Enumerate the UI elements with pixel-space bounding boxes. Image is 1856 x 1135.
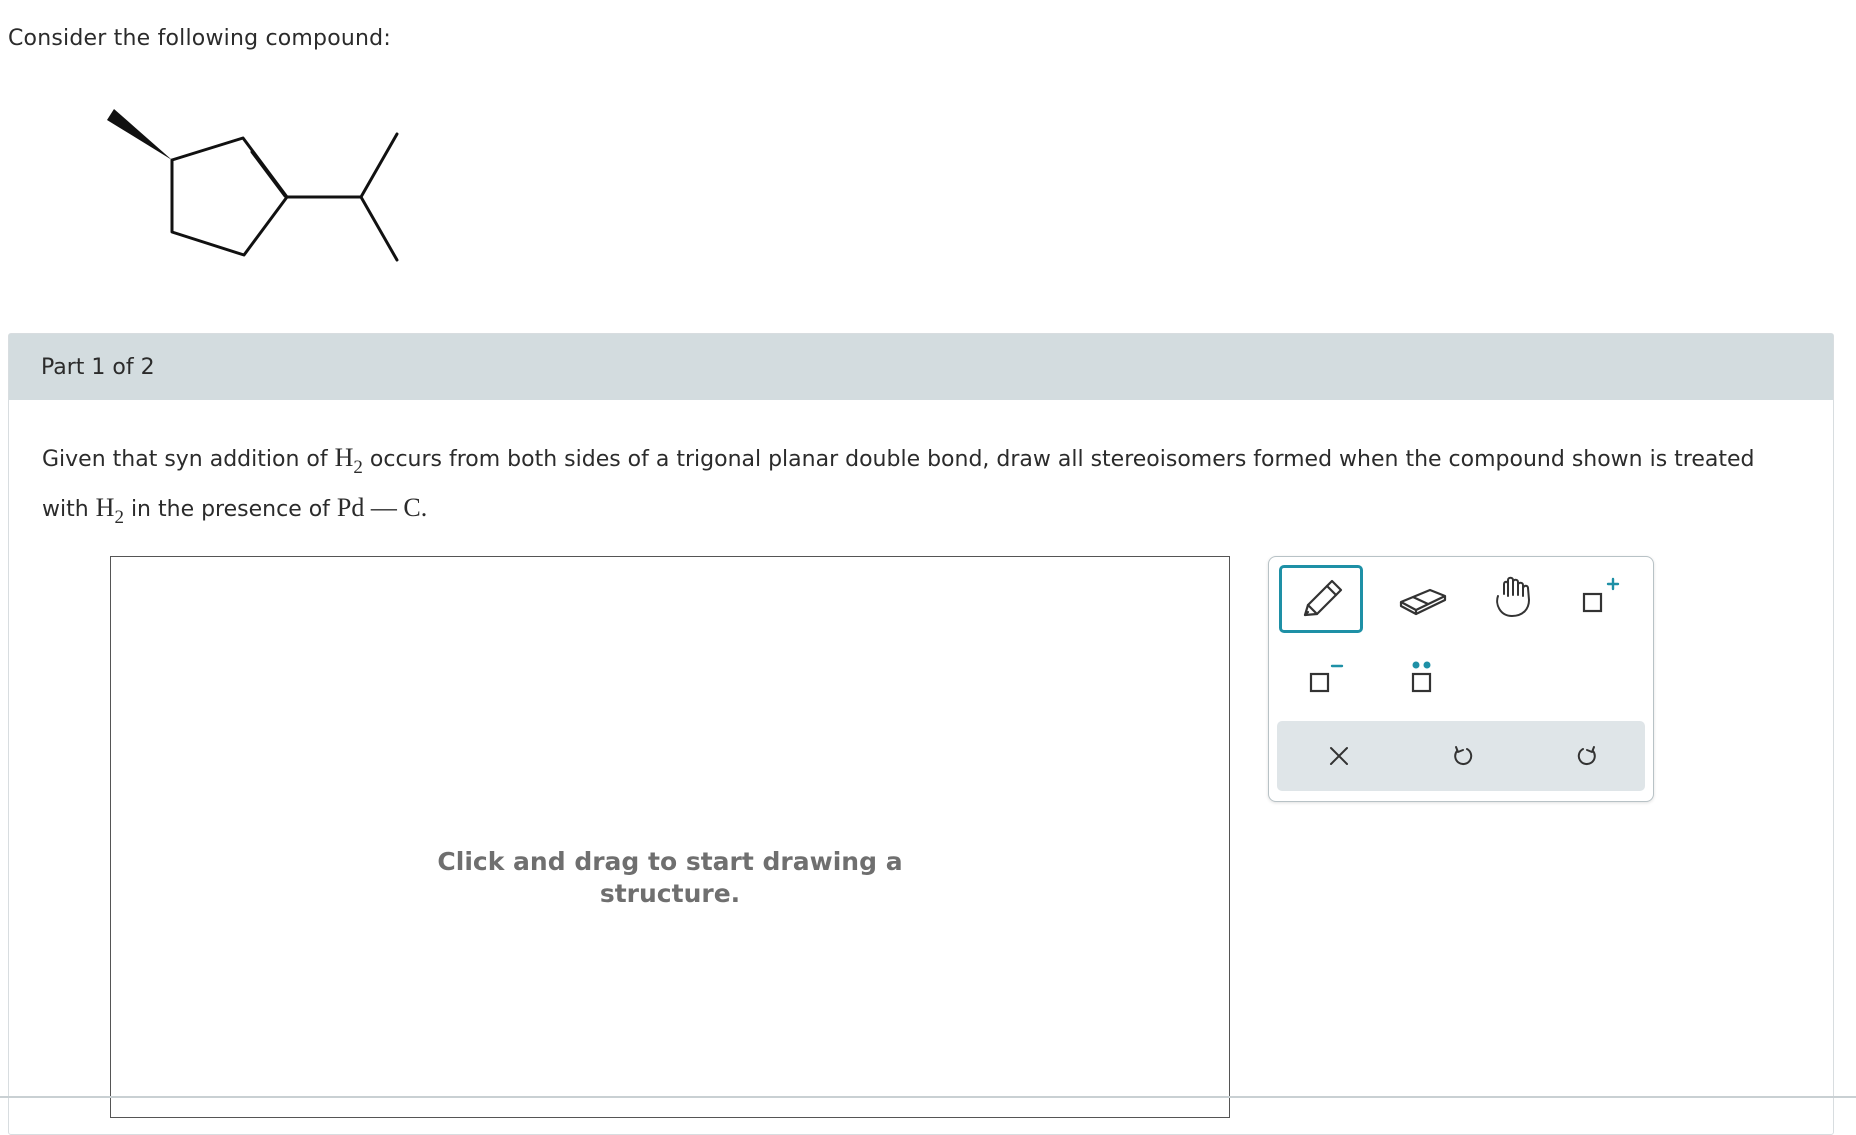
h-subscript: 2 [353,457,363,478]
redo-button[interactable] [1547,721,1627,791]
h-symbol: H [95,493,115,522]
methyl-bond-up [359,132,399,199]
action-bar [1277,721,1645,791]
canvas-hint: Click and drag to start drawing a struct… [111,846,1229,910]
wedge-bond [107,109,172,160]
remove-charge-button[interactable] [1279,643,1363,711]
catalyst-pd: Pd [336,493,365,522]
catalyst-formula: Pd — C. [337,493,427,522]
add-charge-button[interactable] [1557,565,1641,633]
catalyst-c: C. [403,493,428,522]
add-charge-icon [1582,577,1620,613]
undo-button[interactable] [1423,721,1503,791]
double-bond-inner-line [250,150,287,198]
canvas-hint-line: Click and drag to start drawing a [437,847,903,876]
pan-tool-button[interactable] [1471,565,1555,633]
part-label: Part 1 of 2 [41,354,155,380]
clear-button[interactable] [1299,721,1379,791]
remove-charge-icon [1309,664,1344,693]
question-text-part: occurs from both sides of a trigonal pla… [362,447,1755,472]
ring-bonds [170,136,289,257]
pencil-tool-button[interactable] [1279,565,1363,633]
question-text-part: in the presence of [123,497,337,522]
eraser-tool-button[interactable] [1381,565,1465,633]
drawing-toolbar [1268,556,1654,802]
question-text-part: Given that syn addition of [42,447,335,472]
redo-icon [1577,746,1596,766]
hand-icon [1496,576,1530,617]
drawing-canvas[interactable]: Click and drag to start drawing a struct… [110,556,1230,1118]
close-icon [1330,747,1348,765]
h-symbol: H [334,443,354,472]
pencil-icon [1303,579,1343,617]
catalyst-dash: — [370,493,397,522]
methyl-bond-down [359,195,399,262]
part-header: Part 1 of 2 [9,334,1833,400]
question-text-part: with [42,497,96,522]
h2-formula: H2 [334,443,363,477]
lone-pair-icon [1411,661,1432,693]
h2-formula: H2 [95,493,124,527]
eraser-icon [1399,588,1447,616]
undo-icon [1454,746,1473,766]
lone-pair-button[interactable] [1381,643,1465,711]
canvas-hint-line: structure. [599,879,741,908]
h-subscript: 2 [114,507,124,528]
compound-structure [107,109,399,262]
question-text: Given that syn addition of H2 occurs fro… [42,434,1822,534]
